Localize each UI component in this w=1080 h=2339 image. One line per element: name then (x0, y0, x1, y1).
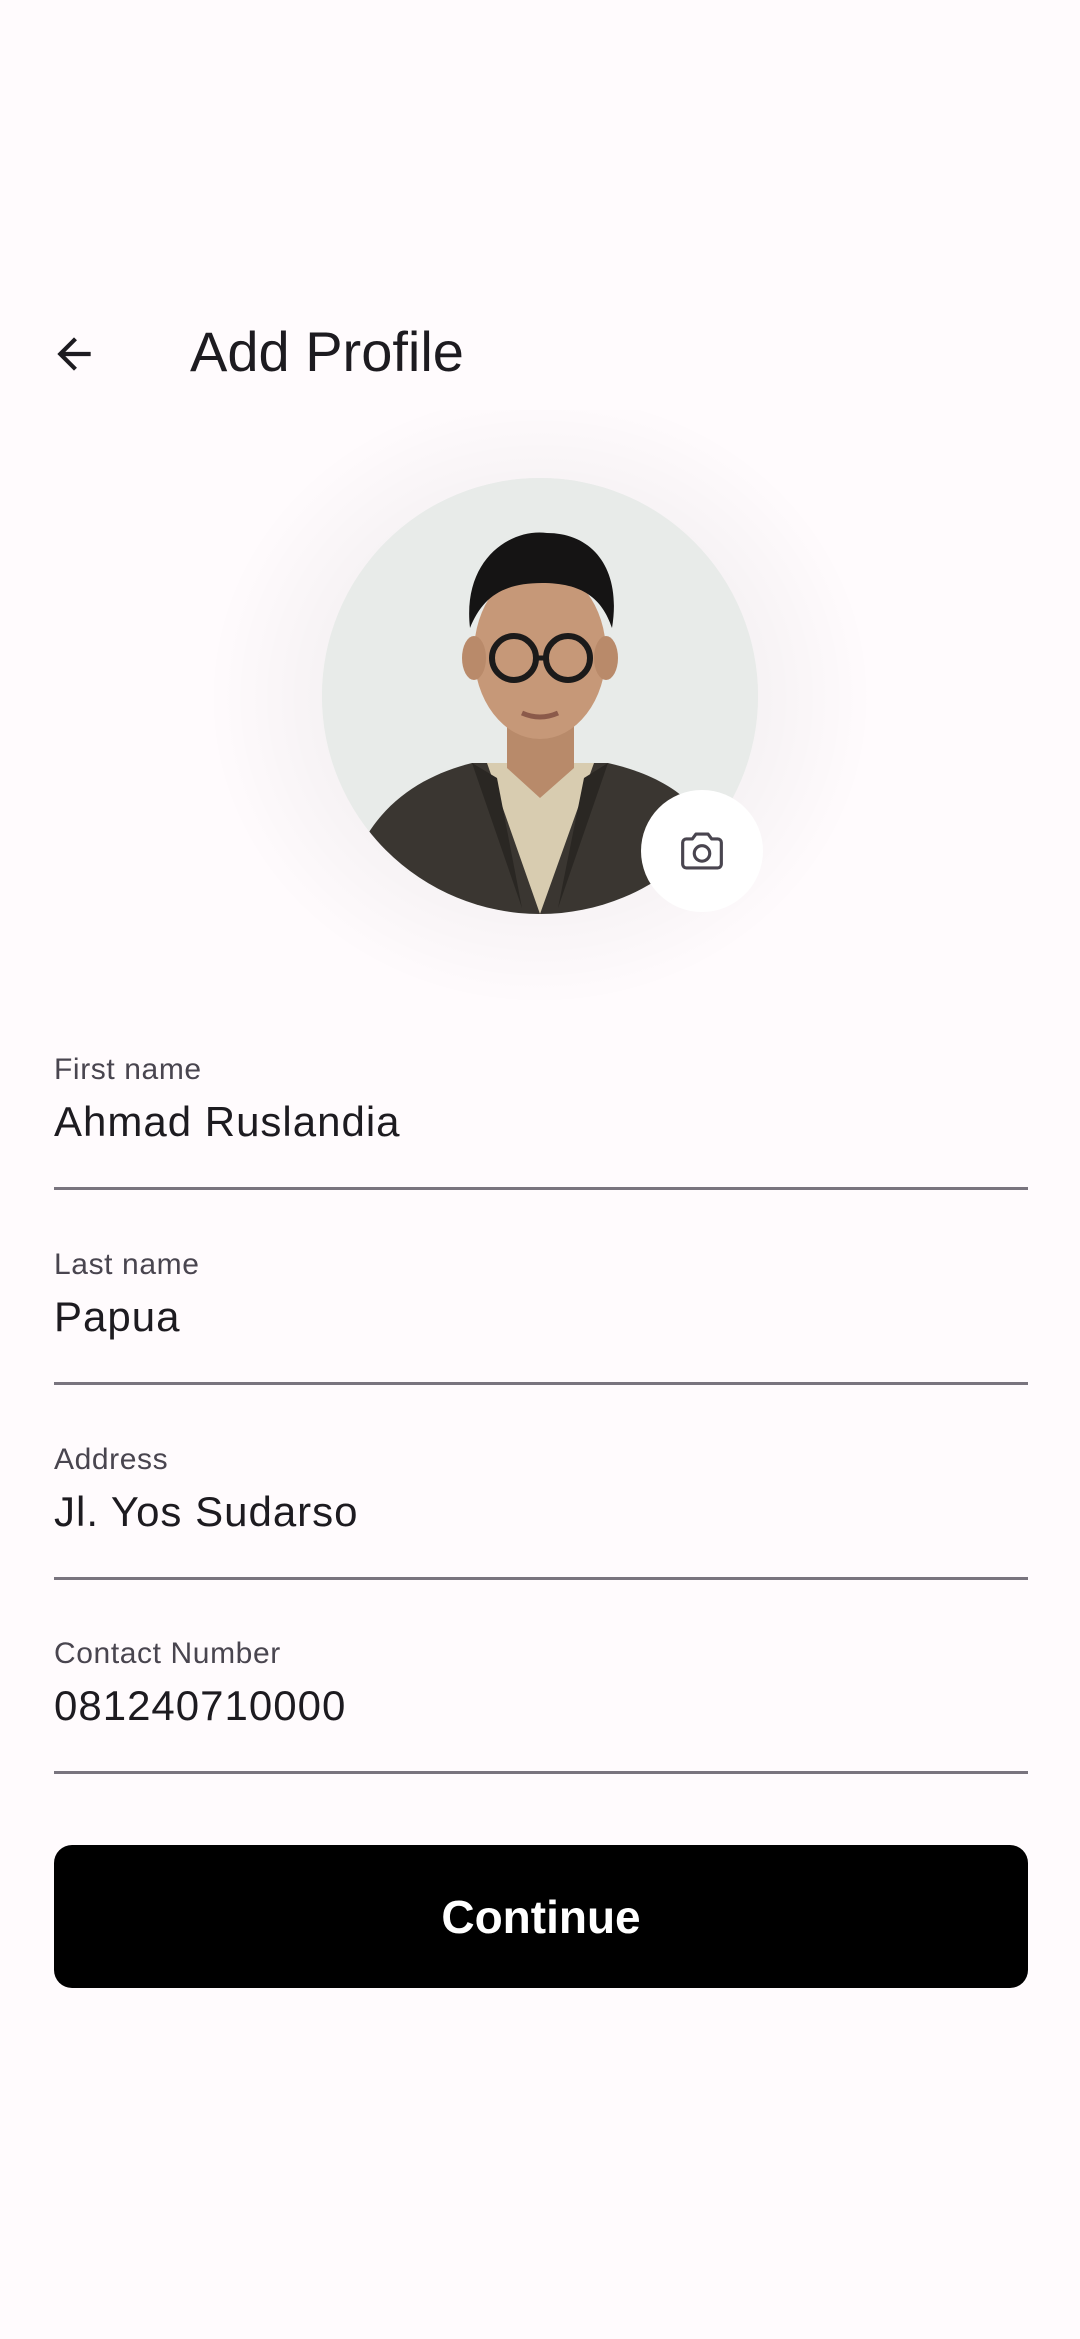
arrow-left-icon (57, 337, 91, 371)
page-title: Add Profile (190, 320, 464, 383)
continue-button[interactable]: Continue (54, 1845, 1028, 1988)
last-name-input[interactable] (54, 1289, 1028, 1345)
first-name-label: First name (54, 1053, 202, 1086)
contact-number-field[interactable]: Contact Number (54, 1634, 1028, 1774)
last-name-field[interactable]: Last name (54, 1245, 1028, 1385)
app-bar: Add Profile (0, 290, 1080, 410)
back-button[interactable] (30, 310, 118, 398)
camera-icon (681, 832, 723, 870)
address-input[interactable] (54, 1484, 1028, 1540)
last-name-label: Last name (54, 1248, 200, 1281)
add-profile-screen: Add Profile First name Ahmad Ruslandia L… (0, 0, 1080, 2339)
change-photo-button[interactable] (641, 790, 763, 912)
contact-number-input[interactable] (54, 1678, 1028, 1734)
address-label: Address (54, 1443, 169, 1476)
address-field[interactable]: Address (54, 1440, 1028, 1580)
contact-number-label: Contact Number (54, 1637, 281, 1670)
first-name-input[interactable] (54, 1094, 1028, 1150)
first-name-field[interactable]: First name (54, 1050, 1028, 1190)
